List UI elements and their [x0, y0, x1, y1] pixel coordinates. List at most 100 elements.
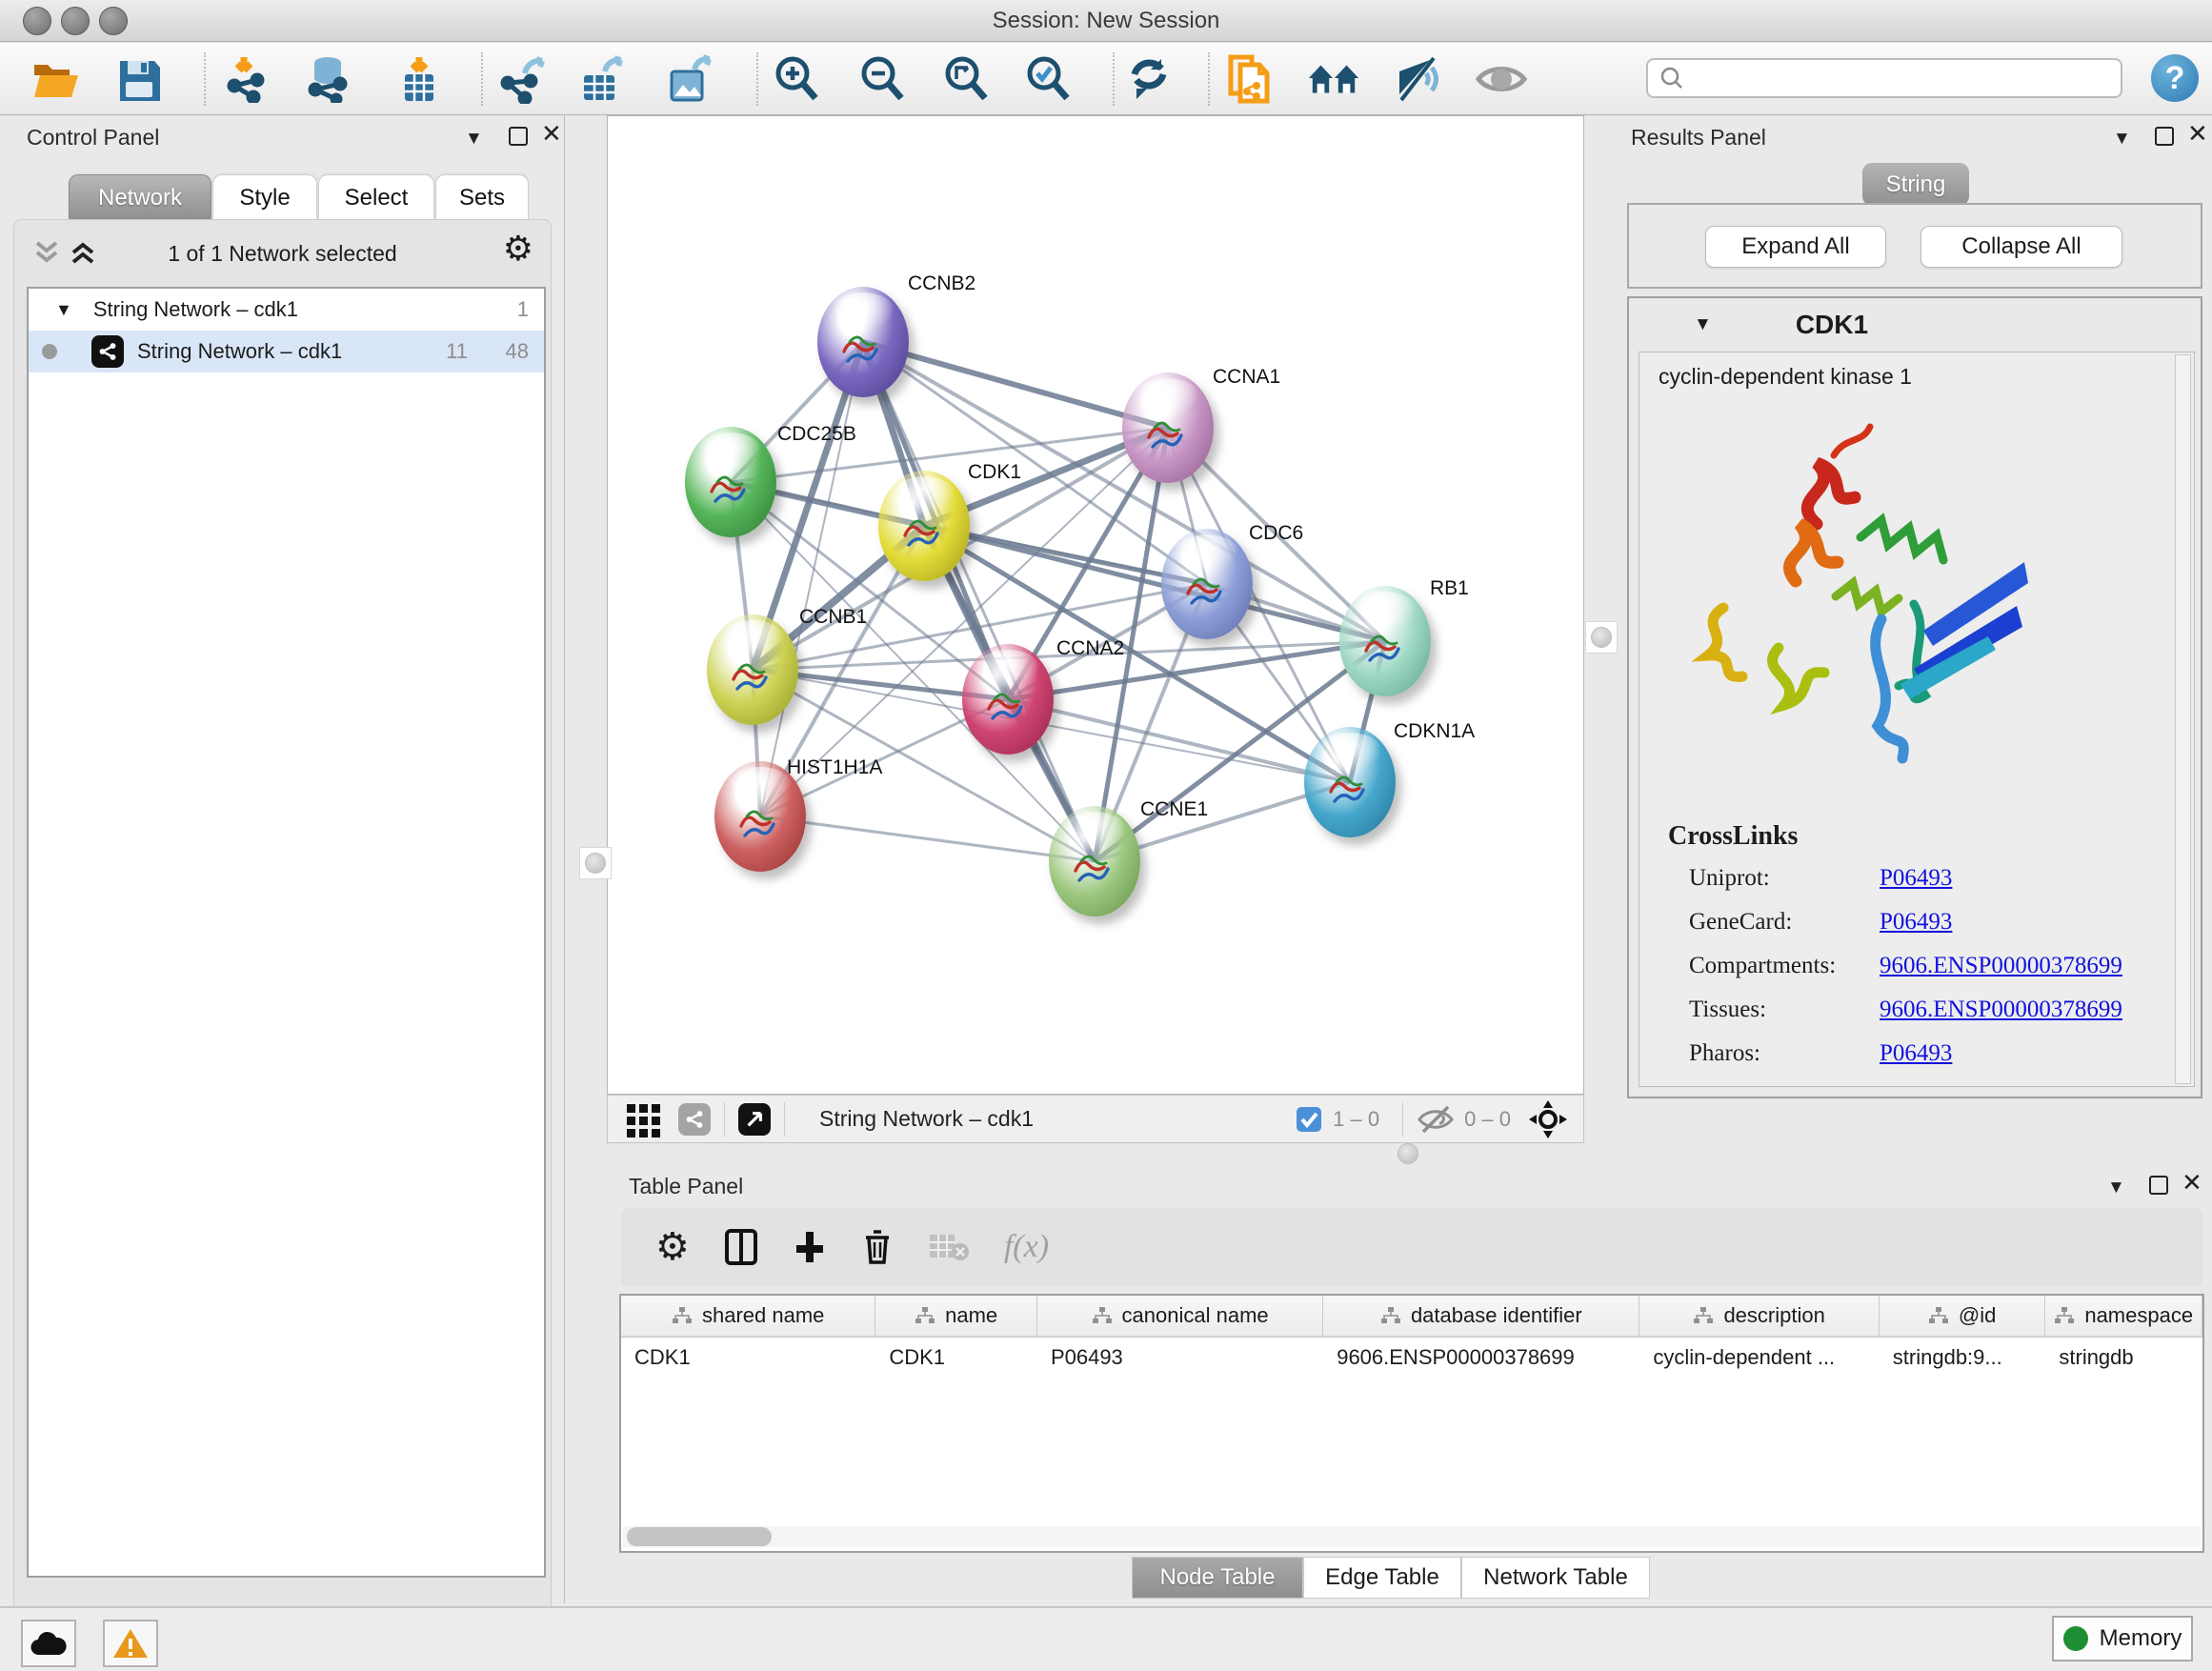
zoom-in-icon[interactable]: [770, 54, 823, 104]
node-table[interactable]: shared namenamecanonical namedatabase id…: [619, 1294, 2204, 1553]
gene-section-header[interactable]: ▼ CDK1: [1629, 298, 2201, 352]
network-node-cdc6[interactable]: [1161, 529, 1253, 639]
cloud-status-button[interactable]: [21, 1620, 76, 1667]
tab-node-table[interactable]: Node Table: [1132, 1557, 1303, 1599]
network-edge[interactable]: [760, 816, 1095, 861]
table-panel-menu-icon[interactable]: ▼: [2107, 1178, 2125, 1198]
right-splitter-handle[interactable]: [1585, 621, 1618, 654]
results-panel-menu-icon[interactable]: ▼: [2113, 129, 2131, 150]
network-options-gear-icon[interactable]: ⚙: [503, 232, 533, 266]
network-row[interactable]: String Network – cdk1 11 48: [29, 331, 544, 372]
export-image-icon[interactable]: [663, 54, 716, 104]
collapse-all-button[interactable]: Collapse All: [1920, 226, 2122, 268]
help-icon[interactable]: ?: [2151, 54, 2199, 102]
bottom-splitter-handle[interactable]: [1389, 1145, 1427, 1162]
crosslink-link[interactable]: P06493: [1880, 1040, 1952, 1067]
string-labels-icon[interactable]: [1475, 54, 1528, 104]
network-edge[interactable]: [863, 342, 1168, 428]
table-cell[interactable]: stringdb: [2045, 1338, 2202, 1378]
table-cell[interactable]: P06493: [1037, 1338, 1323, 1378]
function-builder-icon[interactable]: f(x): [1004, 1229, 1049, 1265]
network-collection-row[interactable]: ▼ String Network – cdk1 1: [29, 289, 544, 331]
network-node-cdkn1a[interactable]: [1304, 727, 1396, 837]
warning-status-button[interactable]: [103, 1620, 158, 1667]
expand-all-button[interactable]: Expand All: [1705, 226, 1886, 268]
collection-expander-icon[interactable]: ▼: [55, 300, 72, 320]
show-columns-icon[interactable]: [724, 1228, 758, 1266]
zoom-selected-icon[interactable]: [1021, 54, 1075, 104]
table-hscrollbar[interactable]: [623, 1526, 2201, 1547]
network-node-ccne1[interactable]: [1049, 806, 1140, 916]
selected-checkbox-icon[interactable]: [1295, 1105, 1323, 1134]
tab-style[interactable]: Style: [212, 174, 317, 220]
network-icon[interactable]: [678, 1103, 711, 1136]
table-panel-close-icon[interactable]: ✕: [2182, 1173, 2202, 1192]
network-node-rb1[interactable]: [1339, 586, 1431, 696]
detach-view-icon[interactable]: [738, 1103, 771, 1136]
string-glass-effect-icon[interactable]: [1391, 54, 1444, 104]
export-network-icon[interactable]: [495, 54, 549, 104]
column-header-description[interactable]: description: [1639, 1296, 1879, 1336]
network-node-cdc25b[interactable]: [685, 427, 776, 537]
tab-select[interactable]: Select: [318, 174, 434, 220]
tab-string[interactable]: String: [1862, 163, 1969, 206]
open-session-icon[interactable]: [29, 54, 82, 104]
results-scrollbar[interactable]: [2175, 354, 2191, 1084]
table-hscrollbar-thumb[interactable]: [627, 1527, 772, 1546]
tab-edge-table[interactable]: Edge Table: [1303, 1557, 1461, 1599]
table-cell[interactable]: cyclin-dependent ...: [1639, 1338, 1879, 1378]
zoom-fit-icon[interactable]: [939, 54, 993, 104]
delete-column-icon[interactable]: [861, 1228, 894, 1266]
save-session-icon[interactable]: [112, 54, 166, 104]
apply-layout-icon[interactable]: [1122, 54, 1176, 104]
string-home-icon[interactable]: [1307, 54, 1360, 104]
export-table-icon[interactable]: [575, 54, 629, 104]
import-table-icon[interactable]: [392, 54, 446, 104]
gene-expander-icon[interactable]: ▼: [1694, 314, 1712, 335]
column-header-shared-name[interactable]: shared name: [621, 1296, 875, 1336]
control-panel-float-icon[interactable]: [509, 127, 528, 146]
table-panel-float-icon[interactable]: [2149, 1176, 2168, 1195]
crosslink-link[interactable]: 9606.ENSP00000378699: [1880, 953, 2122, 979]
table-cell[interactable]: stringdb:9...: [1880, 1338, 2046, 1378]
network-node-ccna2[interactable]: [962, 644, 1054, 755]
left-splitter-handle[interactable]: [579, 847, 612, 879]
network-node-ccna1[interactable]: [1122, 372, 1214, 483]
tab-sets[interactable]: Sets: [435, 174, 529, 220]
string-import-icon[interactable]: [1223, 54, 1277, 104]
birdseye-view-icon[interactable]: [1528, 1099, 1568, 1139]
table-cell[interactable]: 9606.ENSP00000378699: [1323, 1338, 1639, 1378]
tab-network-table[interactable]: Network Table: [1461, 1557, 1650, 1599]
network-node-cdk1[interactable]: [878, 471, 970, 581]
network-edge[interactable]: [760, 342, 863, 816]
column-header-namespace[interactable]: namespace: [2045, 1296, 2202, 1336]
import-network-file-icon[interactable]: [219, 54, 272, 104]
add-column-icon[interactable]: [793, 1228, 827, 1266]
memory-button[interactable]: Memory: [2052, 1616, 2193, 1661]
column-header-database-identifier[interactable]: database identifier: [1323, 1296, 1639, 1336]
table-cell[interactable]: CDK1: [621, 1338, 875, 1378]
zoom-out-icon[interactable]: [855, 54, 909, 104]
search-input[interactable]: [1692, 66, 2101, 91]
search-field[interactable]: [1646, 58, 2122, 98]
column-header-canonical-name[interactable]: canonical name: [1037, 1296, 1323, 1336]
crosslink-link[interactable]: 9606.ENSP00000378699: [1880, 997, 2122, 1023]
control-panel-close-icon[interactable]: ✕: [541, 124, 562, 143]
results-panel-close-icon[interactable]: ✕: [2187, 124, 2208, 143]
network-node-ccnb2[interactable]: [817, 287, 909, 397]
crosslink-link[interactable]: P06493: [1880, 865, 1952, 892]
table-settings-gear-icon[interactable]: ⚙: [655, 1228, 690, 1266]
table-row[interactable]: CDK1CDK1P064939606.ENSP00000378699cyclin…: [621, 1338, 2202, 1378]
network-node-ccnb1[interactable]: [707, 614, 798, 725]
tab-network[interactable]: Network: [69, 174, 211, 220]
delete-table-icon[interactable]: [928, 1231, 970, 1263]
grid-view-icon[interactable]: [625, 1100, 663, 1138]
column-header-name[interactable]: name: [875, 1296, 1037, 1336]
network-canvas[interactable]: CCNB2CCNA1CDC25BCDK1CDC6RB1CCNB1CCNA2CDK…: [607, 115, 1584, 1095]
results-panel-float-icon[interactable]: [2155, 127, 2174, 146]
column-header--id[interactable]: @id: [1880, 1296, 2046, 1336]
crosslink-link[interactable]: P06493: [1880, 909, 1952, 936]
hidden-eye-icon[interactable]: [1417, 1105, 1455, 1134]
table-cell[interactable]: CDK1: [875, 1338, 1037, 1378]
network-edge[interactable]: [863, 342, 1095, 861]
